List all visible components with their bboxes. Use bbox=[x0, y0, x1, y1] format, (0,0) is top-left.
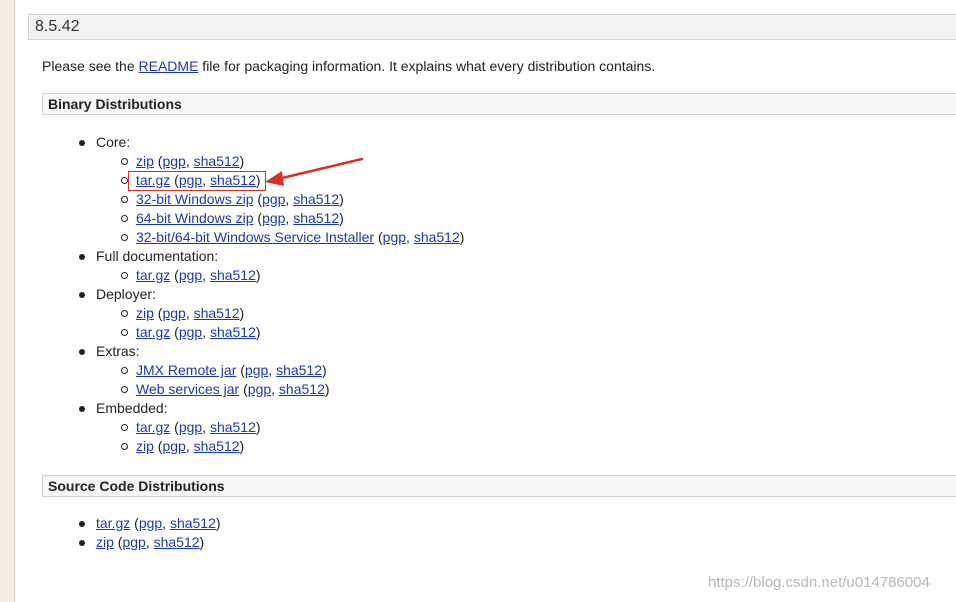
embedded-label: Embedded: bbox=[96, 400, 168, 416]
pgp-link[interactable]: pgp bbox=[179, 267, 202, 283]
source-targz-link[interactable]: tar.gz bbox=[96, 515, 130, 531]
pgp-link[interactable]: pgp bbox=[122, 534, 145, 550]
bullet-icon bbox=[79, 254, 85, 260]
core-zip-link[interactable]: zip bbox=[136, 153, 154, 169]
left-margin-panel bbox=[0, 0, 15, 602]
list-item: zip (pgp, sha512) bbox=[136, 305, 245, 321]
source-zip-link[interactable]: zip bbox=[96, 534, 114, 550]
list-item: 32-bit/64-bit Windows Service Installer … bbox=[136, 229, 465, 245]
sub-bullet-icon bbox=[121, 158, 128, 165]
web-services-jar-link[interactable]: Web services jar bbox=[136, 381, 239, 397]
pgp-link[interactable]: pgp bbox=[162, 153, 185, 169]
deployer-zip-link[interactable]: zip bbox=[136, 305, 154, 321]
sub-bullet-icon bbox=[121, 367, 128, 374]
intro-text-after: file for packaging information. It expla… bbox=[198, 58, 656, 74]
version-header: 8.5.42 bbox=[28, 14, 956, 40]
list-item: Web services jar (pgp, sha512) bbox=[136, 381, 330, 397]
sha512-link[interactable]: sha512 bbox=[210, 419, 256, 435]
list-item: 32-bit Windows zip (pgp, sha512) bbox=[136, 191, 344, 207]
annotation-highlight-box bbox=[128, 171, 266, 191]
pgp-link[interactable]: pgp bbox=[245, 362, 268, 378]
pgp-link[interactable]: pgp bbox=[248, 381, 271, 397]
sha512-link[interactable]: sha512 bbox=[210, 267, 256, 283]
list-item: zip (pgp, sha512) bbox=[96, 534, 205, 550]
pgp-link[interactable]: pgp bbox=[139, 515, 162, 531]
sha512-link[interactable]: sha512 bbox=[170, 515, 216, 531]
pgp-link[interactable]: pgp bbox=[383, 229, 406, 245]
embedded-targz-link[interactable]: tar.gz bbox=[136, 419, 170, 435]
list-item: 64-bit Windows zip (pgp, sha512) bbox=[136, 210, 344, 226]
deployer-targz-link[interactable]: tar.gz bbox=[136, 324, 170, 340]
sub-bullet-icon bbox=[121, 443, 128, 450]
source-distributions-title: Source Code Distributions bbox=[48, 478, 225, 494]
intro-text-before: Please see the bbox=[42, 58, 139, 74]
watermark-text: https://blog.csdn.net/u014786004 bbox=[708, 574, 930, 591]
sub-bullet-icon bbox=[121, 196, 128, 203]
sub-bullet-icon bbox=[121, 177, 128, 184]
sha512-link[interactable]: sha512 bbox=[414, 229, 460, 245]
bullet-icon bbox=[79, 292, 85, 298]
bullet-icon bbox=[79, 521, 85, 527]
core-win32-zip-link[interactable]: 32-bit Windows zip bbox=[136, 191, 254, 207]
sha512-link[interactable]: sha512 bbox=[293, 210, 339, 226]
pgp-link[interactable]: pgp bbox=[162, 305, 185, 321]
sha512-link[interactable]: sha512 bbox=[210, 324, 256, 340]
version-title: 8.5.42 bbox=[35, 18, 80, 35]
sha512-link[interactable]: sha512 bbox=[276, 362, 322, 378]
sha512-link[interactable]: sha512 bbox=[194, 153, 240, 169]
bullet-icon bbox=[79, 140, 85, 146]
list-item: zip (pgp, sha512) bbox=[136, 438, 245, 454]
list-item: tar.gz (pgp, sha512) bbox=[136, 267, 261, 283]
jmx-remote-jar-link[interactable]: JMX Remote jar bbox=[136, 362, 236, 378]
sha512-link[interactable]: sha512 bbox=[293, 191, 339, 207]
deployer-label: Deployer: bbox=[96, 286, 156, 302]
sub-bullet-icon bbox=[121, 386, 128, 393]
full-documentation-label: Full documentation: bbox=[96, 248, 219, 264]
embedded-zip-link[interactable]: zip bbox=[136, 438, 154, 454]
readme-link[interactable]: README bbox=[139, 58, 199, 74]
sub-bullet-icon bbox=[121, 272, 128, 279]
binary-distributions-title: Binary Distributions bbox=[48, 96, 182, 112]
bullet-icon bbox=[79, 349, 85, 355]
binary-distributions-header: Binary Distributions bbox=[42, 93, 956, 115]
pgp-link[interactable]: pgp bbox=[262, 210, 285, 226]
list-item: tar.gz (pgp, sha512) bbox=[136, 419, 261, 435]
core-service-installer-link[interactable]: 32-bit/64-bit Windows Service Installer bbox=[136, 229, 374, 245]
sha512-link[interactable]: sha512 bbox=[279, 381, 325, 397]
list-item: tar.gz (pgp, sha512) bbox=[136, 324, 261, 340]
sha512-link[interactable]: sha512 bbox=[194, 438, 240, 454]
list-item: JMX Remote jar (pgp, sha512) bbox=[136, 362, 327, 378]
pgp-link[interactable]: pgp bbox=[262, 191, 285, 207]
extras-label: Extras: bbox=[96, 343, 140, 359]
list-item: tar.gz (pgp, sha512) bbox=[96, 515, 221, 531]
bullet-icon bbox=[79, 406, 85, 412]
sub-bullet-icon bbox=[121, 215, 128, 222]
intro-paragraph: Please see the README file for packaging… bbox=[42, 57, 655, 76]
sub-bullet-icon bbox=[121, 329, 128, 336]
sha512-link[interactable]: sha512 bbox=[154, 534, 200, 550]
list-item: zip (pgp, sha512) bbox=[136, 153, 245, 169]
core-label: Core: bbox=[96, 134, 131, 150]
pgp-link[interactable]: pgp bbox=[162, 438, 185, 454]
core-win64-zip-link[interactable]: 64-bit Windows zip bbox=[136, 210, 254, 226]
annotation-arrow-icon bbox=[265, 157, 364, 186]
bullet-icon bbox=[79, 540, 85, 546]
sub-bullet-icon bbox=[121, 310, 128, 317]
sha512-link[interactable]: sha512 bbox=[194, 305, 240, 321]
sub-bullet-icon bbox=[121, 424, 128, 431]
source-distributions-header: Source Code Distributions bbox=[42, 475, 956, 497]
pgp-link[interactable]: pgp bbox=[179, 324, 202, 340]
sub-bullet-icon bbox=[121, 234, 128, 241]
pgp-link[interactable]: pgp bbox=[179, 419, 202, 435]
fulldoc-targz-link[interactable]: tar.gz bbox=[136, 267, 170, 283]
